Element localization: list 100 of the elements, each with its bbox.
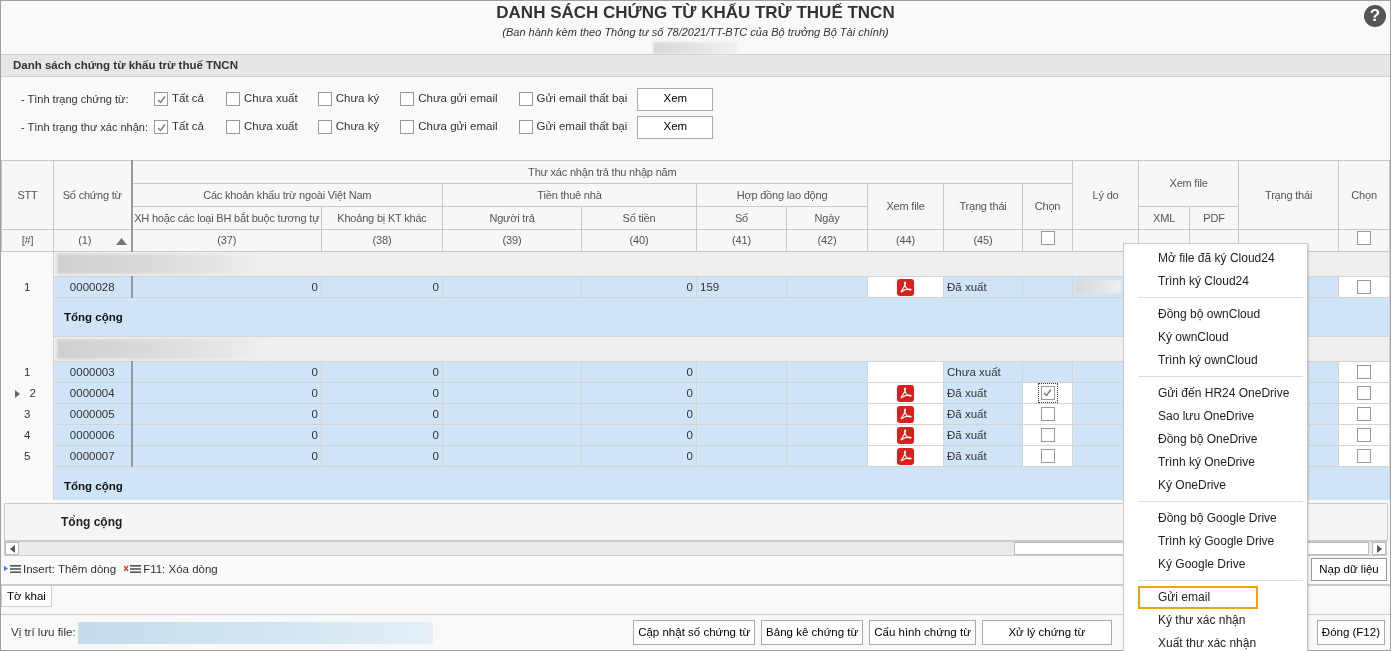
tab[interactable]: Tờ khai xyxy=(1,586,52,608)
checkbox[interactable] xyxy=(154,120,168,134)
table-cell: 0000006 xyxy=(53,424,132,446)
checkbox[interactable] xyxy=(518,120,533,134)
menu-item[interactable]: Xuất thư xác nhận xyxy=(1138,632,1269,651)
checkbox[interactable] xyxy=(225,92,240,106)
checkbox[interactable] xyxy=(317,92,332,106)
menu-item[interactable]: Đồng bộ OneDrive xyxy=(1138,428,1270,451)
row-number: 1 xyxy=(24,365,31,378)
help-button[interactable]: ? xyxy=(1364,5,1386,27)
menu-item[interactable]: Đồng bộ Google Drive xyxy=(1138,507,1289,530)
column-header: Hợp đồng lao động xyxy=(696,183,868,207)
pdf-icon[interactable] xyxy=(897,405,914,423)
column-header: Chọn xyxy=(1338,160,1390,230)
checkbox[interactable] xyxy=(400,92,415,106)
menu-item[interactable]: Mở file đã ký Cloud24 xyxy=(1138,247,1287,270)
menu-item[interactable]: Trình ký ownCloud xyxy=(1138,349,1270,372)
pdf-icon[interactable] xyxy=(897,426,914,444)
menu-item[interactable]: Sao lưu OneDrive xyxy=(1138,405,1267,428)
scroll-left-icon[interactable] xyxy=(5,542,19,556)
close-button[interactable]: Đóng (F12) xyxy=(1316,620,1385,646)
checkbox[interactable] xyxy=(1357,231,1372,246)
column-header: Số chứng từ xyxy=(53,160,132,230)
menu-item[interactable]: Ký Google Drive xyxy=(1138,553,1258,576)
menu-item[interactable]: Đồng bộ ownCloud xyxy=(1138,303,1273,326)
column-header: Khoảng bị KT khác xyxy=(321,206,443,230)
file-location-label: Vị trí lưu file: xyxy=(11,624,76,640)
row-number: 2 xyxy=(29,386,36,399)
load-data-button[interactable]: Nạp dữ liệu xyxy=(1311,557,1387,581)
row-number: 5 xyxy=(24,449,31,462)
view-button[interactable]: Xem xyxy=(637,115,714,139)
pdf-icon[interactable] xyxy=(897,278,914,296)
checkbox-label: Gửi email thất bại xyxy=(536,119,628,135)
grand-total-label: Tổng cộng xyxy=(61,515,123,530)
column-header: Tiền thuê nhà xyxy=(442,183,697,207)
total-label: Tổng cộng xyxy=(64,479,123,492)
menu-item[interactable]: Ký thư xác nhận xyxy=(1138,609,1258,632)
pdf-icon[interactable] xyxy=(897,384,914,402)
page-subtitle: (Ban hành kèm theo Thông tư số 78/2021/TT-BTC của Bộ trưởng Bộ Tài chính) xyxy=(502,26,889,39)
table-cell: 0000003 xyxy=(53,361,132,383)
table-cell: 0000005 xyxy=(53,403,132,425)
column-index: (38) xyxy=(372,234,392,247)
menu-item[interactable]: Trình ký Google Drive xyxy=(1138,530,1287,553)
column-header: Lý do xyxy=(1072,160,1139,230)
shortcut-hint: F11: Xóa dòng xyxy=(143,561,218,577)
column-index: (45) xyxy=(973,234,993,247)
menu-item[interactable]: Gửi email xyxy=(1138,586,1258,609)
column-index: (44) xyxy=(896,234,915,247)
checkbox-label: Tất cả xyxy=(172,119,204,135)
menu-item[interactable]: Trình ký Cloud24 xyxy=(1138,270,1261,293)
checkbox[interactable] xyxy=(1040,231,1055,246)
column-header: STT xyxy=(1,160,54,230)
action-button[interactable]: Cấu hình chứng từ xyxy=(869,620,976,646)
menu-item[interactable]: Ký OneDrive xyxy=(1138,474,1258,497)
blurred-text xyxy=(1076,280,1122,294)
column-header: Trạng thái xyxy=(943,183,1023,230)
checkbox-label: Gửi email thất bại xyxy=(536,91,628,107)
column-header: Xem file xyxy=(867,183,944,230)
checkbox[interactable] xyxy=(518,92,533,106)
menu-item[interactable]: Trình ký OneDrive xyxy=(1138,451,1267,474)
table-cell: 0000004 xyxy=(53,382,132,404)
checkbox[interactable] xyxy=(317,120,332,134)
checkbox[interactable] xyxy=(225,120,240,134)
filter-label: - Tình trạng chứng từ: xyxy=(20,91,130,107)
checkbox-label: Chưa gửi email xyxy=(418,119,498,135)
row-number: 3 xyxy=(24,407,31,420)
checkbox-label: Chưa xuất xyxy=(243,119,298,135)
section-title: Danh sách chứng từ khấu trừ thuế TNCN xyxy=(1,54,1390,77)
column-header: Số tiền xyxy=(581,206,697,230)
column-index: (40) xyxy=(629,234,649,247)
column-header: XH hoặc các loại BH bắt buộc tương tự xyxy=(131,206,322,230)
column-index: (42) xyxy=(817,234,837,247)
total-label: Tổng cộng xyxy=(64,310,123,323)
file-path-field[interactable] xyxy=(77,621,433,644)
page-title: DANH SÁCH CHỨNG TỪ KHẤU TRỪ THUẾ TNCN xyxy=(496,3,895,23)
scroll-right-icon[interactable] xyxy=(1372,542,1386,556)
column-index: (41) xyxy=(732,234,751,247)
pdf-icon[interactable] xyxy=(897,447,914,465)
row-number: 1 xyxy=(24,280,31,293)
column-header: Xem file xyxy=(1138,160,1239,207)
column-header: Các khoản khấu trừ ngoài Việt Nam xyxy=(131,183,443,207)
checkbox[interactable] xyxy=(154,92,168,106)
column-header: Người trả xyxy=(442,206,582,230)
checkbox[interactable] xyxy=(1037,382,1058,403)
menu-item[interactable]: Ký ownCloud xyxy=(1138,326,1258,349)
filter-label: - Tình trạng thư xác nhận: xyxy=(20,119,149,135)
menu-item[interactable]: Gửi đến HR24 OneDrive xyxy=(1138,382,1302,405)
column-index: (1) xyxy=(78,234,92,247)
view-button[interactable]: Xem xyxy=(637,87,714,111)
table-cell: 0000007 xyxy=(53,445,132,467)
column-index: [#] xyxy=(21,234,34,247)
checkmark-icon xyxy=(1042,387,1054,399)
row-number: 4 xyxy=(24,428,31,441)
action-button[interactable]: Xử lý chứng từ xyxy=(981,620,1112,646)
checkbox[interactable] xyxy=(400,120,415,134)
action-button[interactable]: Bảng kê chứng từ xyxy=(761,620,864,646)
column-index: (37) xyxy=(217,234,237,247)
checkbox-label: Chưa gửi email xyxy=(418,91,498,107)
action-button[interactable]: Cập nhật số chứng từ xyxy=(633,620,756,646)
sort-icon[interactable] xyxy=(115,238,127,246)
